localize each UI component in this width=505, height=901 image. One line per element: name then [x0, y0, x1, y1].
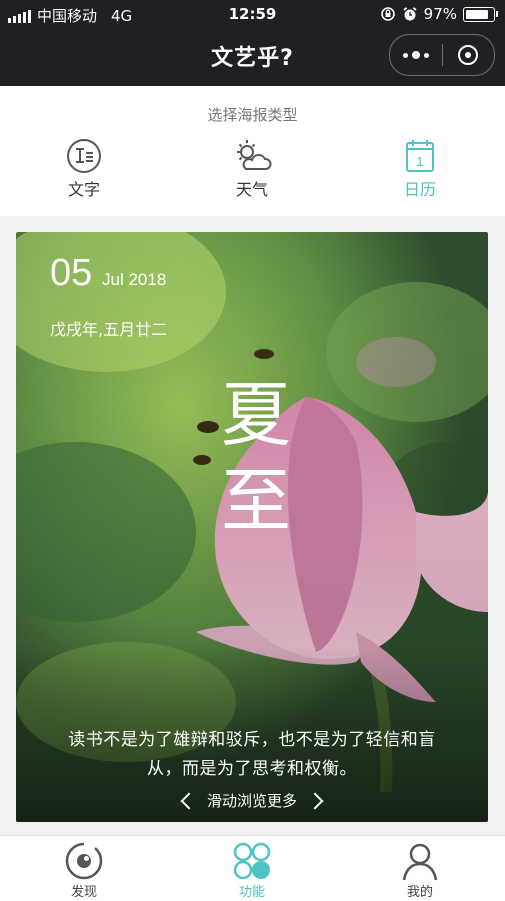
status-right: 97% [380, 5, 498, 23]
rotation-lock-icon [380, 7, 395, 21]
features-icon [233, 842, 271, 880]
chevron-right-icon[interactable] [306, 792, 324, 809]
poster-month-year: Jul 2018 [102, 270, 167, 289]
selector-heading: 选择海报类型 [207, 106, 298, 124]
calendar-poster[interactable]: 05 Jul 2018 戊戌年,五月廿二 夏 至 读书不是为了雄辩和驳斥，也不是… [16, 232, 488, 822]
chevron-left-icon[interactable] [180, 792, 198, 809]
tab-weather[interactable]: 天气 [168, 138, 336, 200]
profile-icon [402, 843, 438, 881]
tab-text-label: 文字 [67, 180, 100, 199]
top-bar: 中国移动 4G 12:59 97% 文艺乎? [0, 0, 505, 86]
status-bar: 中国移动 4G 12:59 97% [0, 0, 505, 30]
tabbar-profile-label: 我的 [406, 885, 433, 900]
tab-weather-label: 天气 [235, 180, 268, 199]
tabbar-features-label: 功能 [238, 885, 265, 900]
poster-quote: 读书不是为了雄辩和驳斥，也不是为了轻信和盲从，而是为了思考和权衡。 [68, 730, 436, 779]
close-target-icon [458, 45, 479, 65]
capsule-menu [389, 34, 495, 76]
poster-day: 05 [50, 252, 93, 294]
tab-calendar-label: 日历 [403, 180, 436, 199]
text-icon [67, 139, 101, 173]
bottom-tab-bar: 发现 功能 我的 [0, 835, 505, 901]
solar-term-char-2: 至 [221, 460, 291, 542]
tabbar-item-features[interactable]: 功能 [168, 836, 336, 901]
battery-percent: 97% [423, 5, 457, 23]
calendar-icon: 1 [406, 140, 434, 172]
tab-calendar[interactable]: 1 日历 [336, 138, 504, 200]
battery-icon [463, 6, 498, 22]
discover-icon [65, 842, 103, 880]
weather-icon [237, 140, 272, 170]
tabbar-item-discover[interactable]: 发现 [0, 836, 168, 901]
poster-type-tabs: 文字 天气 1 日历 [0, 138, 505, 200]
more-button[interactable] [390, 35, 442, 75]
solar-term: 夏 至 [216, 372, 296, 544]
solar-term-char-1: 夏 [221, 374, 291, 456]
tabbar-item-profile[interactable]: 我的 [336, 836, 504, 901]
poster-type-selector: 选择海报类型 文字 天气 1 日历 [0, 86, 505, 216]
tabbar-discover-label: 发现 [70, 885, 97, 900]
browse-more-hint: 滑动浏览更多 [16, 790, 488, 811]
browse-more-label: 滑动浏览更多 [206, 792, 297, 810]
tab-text[interactable]: 文字 [0, 138, 168, 200]
alarm-icon [403, 7, 417, 21]
poster-lunar-date: 戊戌年,五月廿二 [50, 320, 168, 339]
more-dots-icon [402, 51, 429, 59]
close-miniprogram-button[interactable] [443, 35, 495, 75]
calendar-icon-number: 1 [416, 154, 423, 169]
